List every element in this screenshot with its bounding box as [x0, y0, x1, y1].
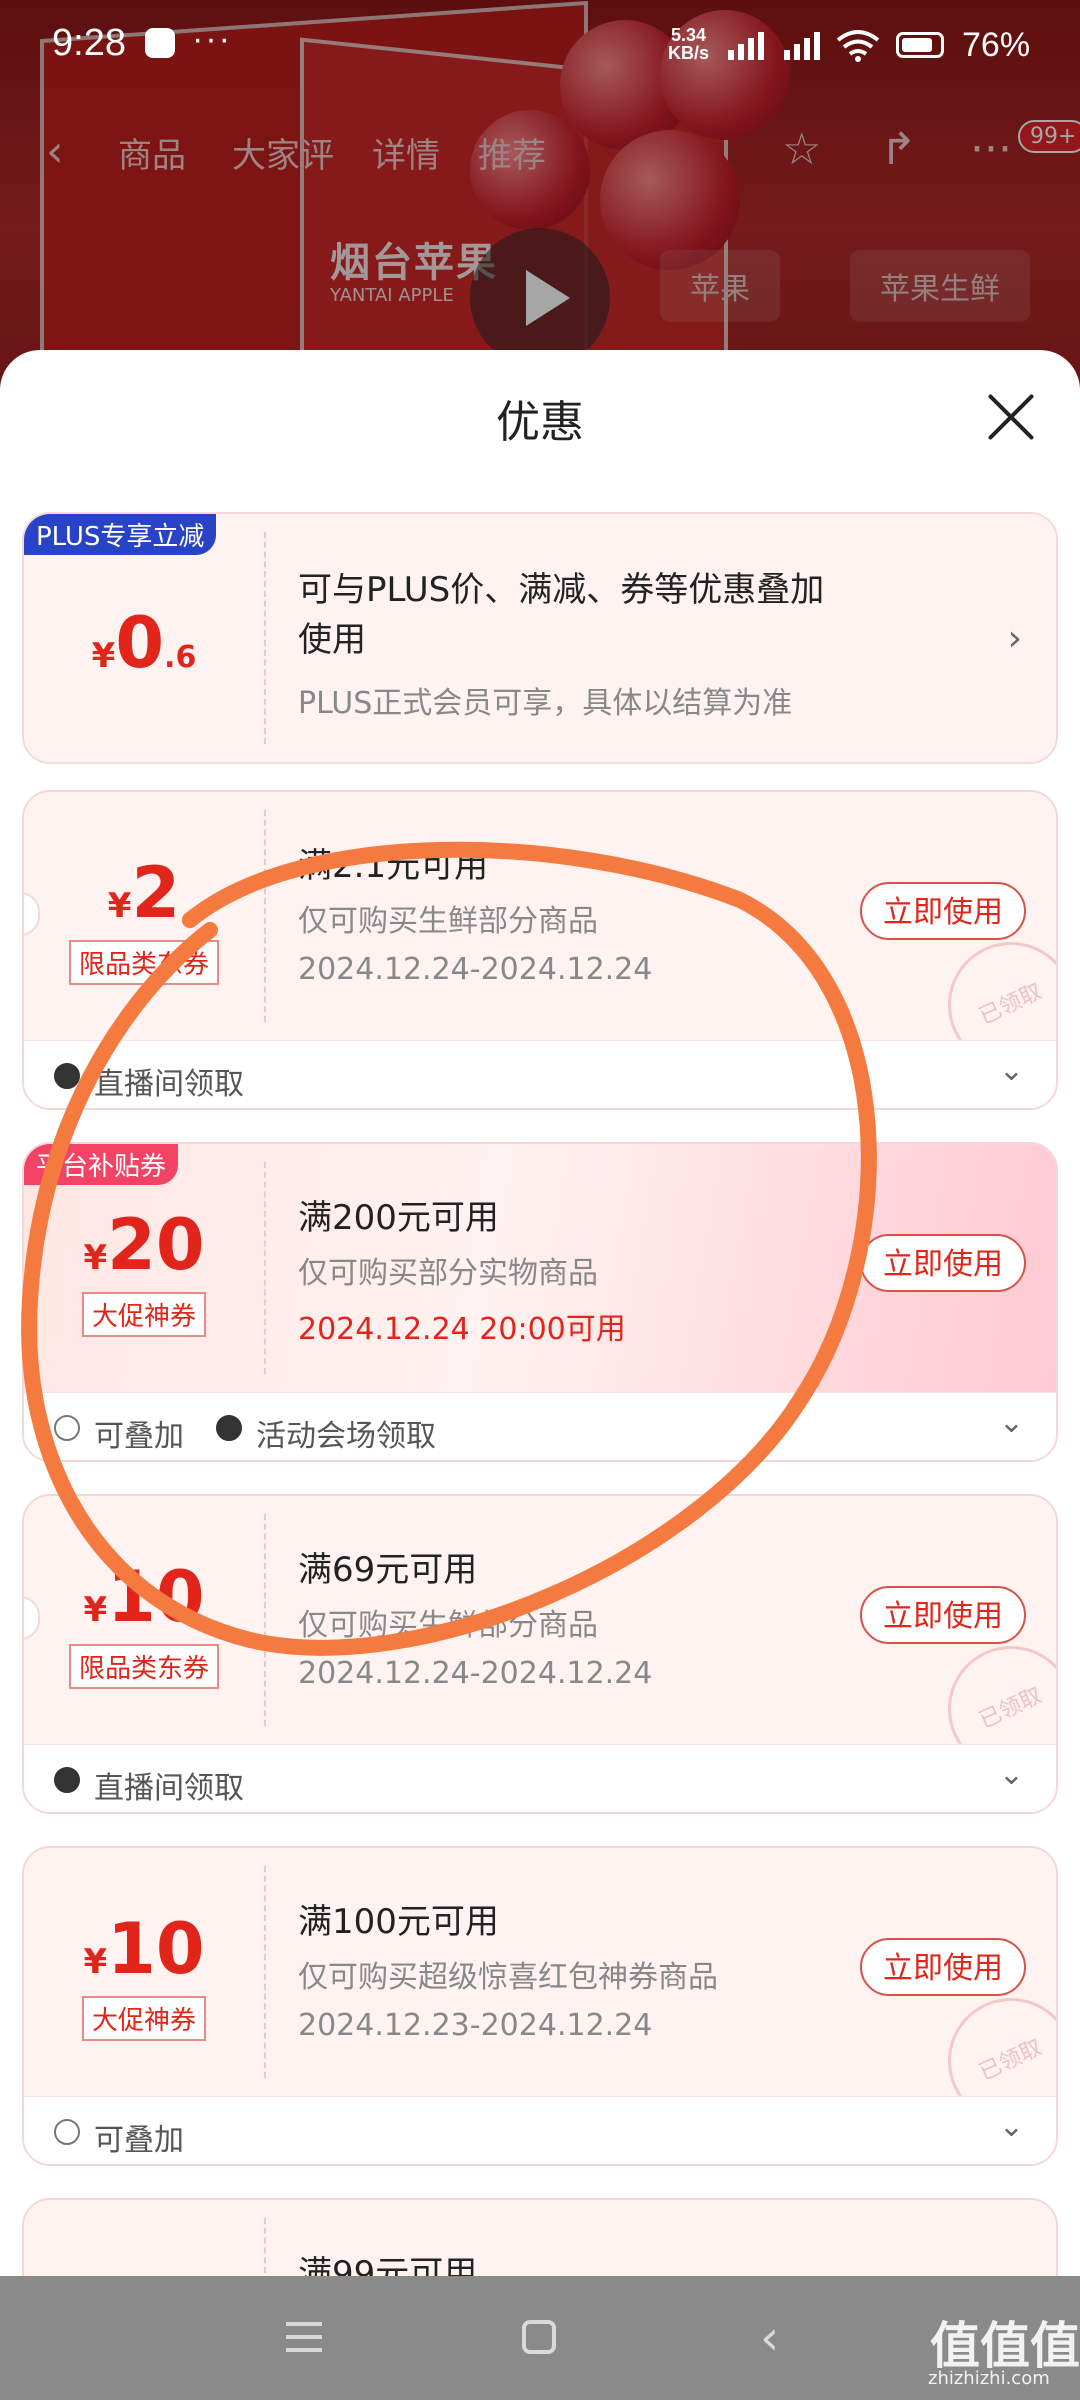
- coupon-stackable: 可叠加: [94, 2123, 184, 2158]
- coupon-source: 活动会场领取: [256, 1419, 436, 1454]
- wifi-icon: [836, 30, 880, 62]
- discount-amount: ¥0.6: [91, 602, 197, 684]
- menu-icon[interactable]: [286, 2322, 322, 2352]
- battery-icon: [896, 32, 944, 58]
- coupon-card: ¥10 限品类东券 满69元可用 仅可购买生鲜部分商品 2024.12.24-2…: [22, 1494, 1058, 1814]
- use-now-button[interactable]: 立即使用: [860, 1234, 1026, 1292]
- coupon-amount: ¥20: [83, 1204, 205, 1286]
- sheet-title: 优惠: [496, 397, 584, 448]
- plus-discount-card[interactable]: PLUS专享立减 ¥0.6 可与PLUS价、满减、券等优惠叠加 使用 PLUS正…: [22, 512, 1058, 764]
- coupon-amount: ¥10: [83, 1908, 205, 1990]
- coupon-validity: 2024.12.23-2024.12.24: [298, 2008, 653, 2043]
- home-icon[interactable]: [522, 2320, 556, 2354]
- coupon-amount: ¥2: [107, 852, 181, 934]
- coupon-source: 直播间领取: [94, 1067, 244, 1102]
- stackable-icon: [54, 1415, 80, 1441]
- coupon-threshold: 满200元可用: [298, 1198, 499, 1238]
- use-now-button[interactable]: 立即使用: [860, 882, 1026, 940]
- chevron-down-icon[interactable]: ⌄: [999, 1757, 1024, 1792]
- battery-percent: 76%: [962, 26, 1031, 64]
- system-nav-bar: ‹ 值值值 zhizhizhi.com: [0, 2276, 1080, 2400]
- coupon-type-tag: 限品类东券: [24, 940, 264, 985]
- plus-ribbon: PLUS专享立减: [24, 514, 217, 555]
- coupon-amount: ¥10: [83, 1556, 205, 1638]
- coupon-card: ¥2 限品类东券 满2.1元可用 仅可购买生鲜部分商品 2024.12.24-2…: [22, 790, 1058, 1110]
- live-room-icon: [54, 1063, 80, 1089]
- coupon-scope: 仅可购买生鲜部分商品: [298, 904, 598, 939]
- use-now-button[interactable]: 立即使用: [860, 1938, 1026, 1996]
- venue-icon: [216, 1415, 242, 1441]
- coupon-footer[interactable]: 可叠加 ⌄: [24, 2096, 1056, 2164]
- card-description-cont: 使用: [298, 620, 366, 660]
- signal-icon: [784, 32, 820, 60]
- chevron-right-icon[interactable]: ›: [1008, 618, 1022, 659]
- status-time: 9:28: [52, 22, 126, 64]
- coupon-footer[interactable]: 直播间领取 ⌄: [24, 1744, 1056, 1812]
- coupon-threshold: 满2.1元可用: [298, 846, 489, 886]
- coupon-stackable: 可叠加: [94, 1419, 184, 1454]
- clock-app-icon: [145, 28, 175, 58]
- use-now-button[interactable]: 立即使用: [860, 1586, 1026, 1644]
- stackable-icon: [54, 2119, 80, 2145]
- coupon-threshold: 满69元可用: [298, 1550, 478, 1590]
- coupon-card: 平台补贴券 ¥20 大促神券 满200元可用 仅可购买部分实物商品 2024.1…: [22, 1142, 1058, 1462]
- status-bar: 9:28 ··· 5.34 KB/s 76%: [0, 0, 1080, 90]
- coupon-scope: 仅可购买超级惊喜红包神券商品: [298, 1960, 718, 1995]
- coupon-scope: 仅可购买生鲜部分商品: [298, 1608, 598, 1643]
- coupon-validity: 2024.12.24-2024.12.24: [298, 1656, 653, 1691]
- coupon-validity: 2024.12.24 20:00可用: [298, 1312, 626, 1347]
- subsidy-ribbon: 平台补贴券: [24, 1144, 179, 1185]
- chevron-down-icon[interactable]: ⌄: [999, 1053, 1024, 1088]
- card-note: PLUS正式会员可享，具体以结算为准: [298, 686, 793, 721]
- coupon-type-tag: 限品类东券: [24, 1644, 264, 1689]
- coupon-source: 直播间领取: [94, 1771, 244, 1806]
- network-speed: 5.34 KB/s: [668, 25, 710, 63]
- coupon-footer[interactable]: 直播间领取 ⌄: [24, 1040, 1056, 1108]
- coupon-footer[interactable]: 可叠加 活动会场领取 ⌄: [24, 1392, 1056, 1460]
- coupon-type-tag: 大促神券: [24, 1996, 264, 2041]
- card-description: 可与PLUS价、满减、券等优惠叠加: [298, 570, 825, 610]
- more-notifications-icon: ···: [192, 20, 232, 58]
- watermark-site: zhizhizhi.com: [928, 2368, 1050, 2389]
- chevron-down-icon[interactable]: ⌄: [999, 1405, 1024, 1440]
- coupon-type-tag: 大促神券: [24, 1292, 264, 1337]
- back-icon[interactable]: ‹: [760, 2310, 779, 2366]
- coupon-scope: 仅可购买部分实物商品: [298, 1256, 598, 1291]
- close-icon[interactable]: [982, 388, 1042, 448]
- coupon-validity: 2024.12.24-2024.12.24: [298, 952, 653, 987]
- discount-sheet: 优惠 PLUS专享立减 ¥0.6 可与PLUS价、满减、券等优惠叠加 使用 PL…: [0, 350, 1080, 2400]
- coupon-threshold: 满100元可用: [298, 1902, 499, 1942]
- coupon-card: ¥10 大促神券 满100元可用 仅可购买超级惊喜红包神券商品 2024.12.…: [22, 1846, 1058, 2166]
- signal-icon: [728, 32, 764, 60]
- live-room-icon: [54, 1767, 80, 1793]
- chevron-down-icon[interactable]: ⌄: [999, 2109, 1024, 2144]
